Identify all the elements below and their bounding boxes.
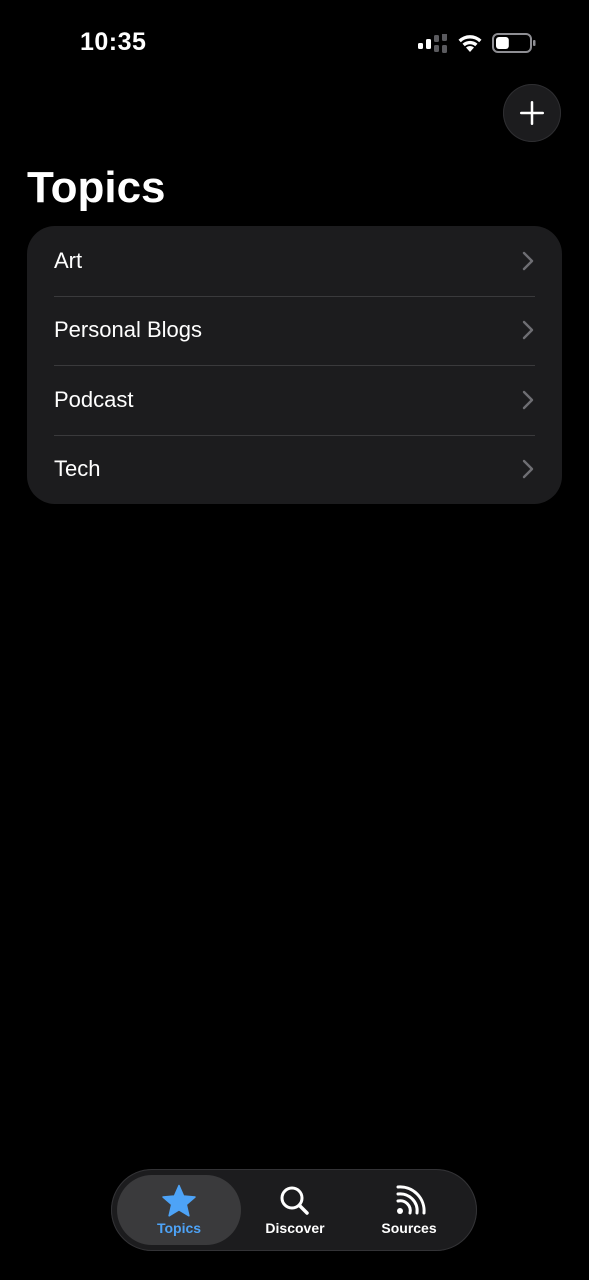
tab-label: Topics [156,1220,202,1236]
tab-label: Sources [381,1220,437,1236]
topic-label: Tech [54,456,101,482]
chevron-right-icon [522,390,534,409]
chevron-right-icon [522,251,534,270]
cellular-signal-icon [418,34,447,53]
tab-sources[interactable]: Sources [351,1175,467,1245]
add-topic-button[interactable] [503,84,561,142]
tab-topics[interactable]: Topics [117,1175,241,1245]
topic-label: Personal Blogs [54,317,202,343]
tab-bar: Topics Discover Sources [111,1169,477,1251]
wifi-icon [458,35,482,52]
status-bar: 10:35 [0,0,589,88]
topic-row-art[interactable]: Art [27,226,562,296]
topic-label: Art [54,247,83,273]
page-title: Topics [27,163,166,212]
chevron-right-icon [522,460,534,479]
rss-feed-icon [396,1185,426,1215]
plus-icon [520,101,544,125]
star-icon [162,1184,196,1217]
magnifying-glass-icon [280,1186,309,1215]
topic-row-personal-blogs[interactable]: Personal Blogs [27,295,562,366]
topic-row-podcast[interactable]: Podcast [27,365,562,435]
chevron-right-icon [522,321,534,340]
tab-discover[interactable]: Discover [237,1175,353,1245]
topic-label: Podcast [54,386,134,412]
tab-label: Discover [265,1220,325,1236]
battery-icon [492,33,536,53]
status-time: 10:35 [80,28,147,56]
topic-row-tech[interactable]: Tech [27,434,562,505]
topic-list: Art Personal Blogs Podcast Tech [27,226,562,504]
